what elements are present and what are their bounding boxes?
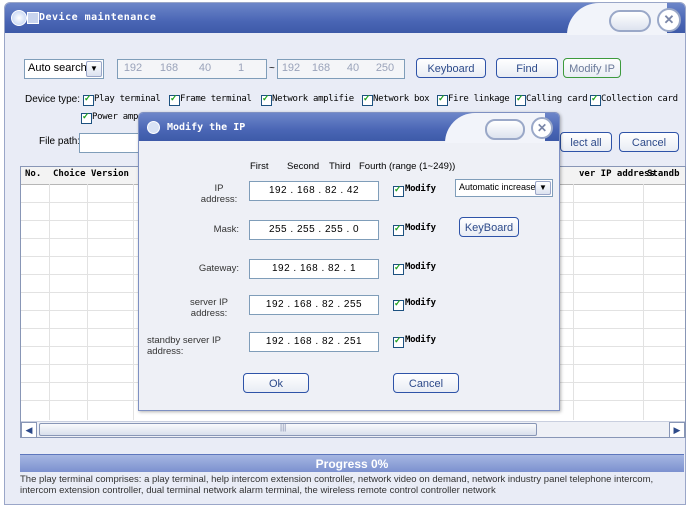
search-mode-select[interactable]: Auto search ▼ <box>24 59 104 79</box>
chevron-down-icon[interactable]: ▼ <box>535 181 551 195</box>
mask-modify-checkbox[interactable] <box>393 223 404 236</box>
mask-input[interactable]: 255 . 255 . 255 . 0 <box>249 220 379 240</box>
ip-address-input[interactable]: 192 . 168 . 82 . 42 <box>249 181 379 201</box>
server-ip-modify-checkbox[interactable] <box>393 298 404 311</box>
column-header-choice[interactable]: Choice <box>53 169 86 179</box>
start-ip-input[interactable]: 192 168 40 1 <box>117 59 267 79</box>
checkbox-play-terminal[interactable] <box>83 93 94 106</box>
title-bar: Device maintenance ✕ <box>5 3 685 35</box>
select-all-button[interactable]: lect all <box>560 132 612 152</box>
range-separator: ~ <box>269 63 275 74</box>
scroll-left-icon[interactable]: ◀ <box>21 422 37 437</box>
header-fourth: Fourth <box>359 161 387 172</box>
file-path-input[interactable] <box>79 133 141 153</box>
close-icon[interactable]: ✕ <box>657 8 681 32</box>
ip-address-label: IP address: <box>200 183 238 205</box>
checkbox-network-box[interactable] <box>362 93 373 106</box>
modify-ip-button[interactable]: Modify IP <box>563 58 621 78</box>
dialog-icon <box>147 121 160 134</box>
device-type-description: The play terminal comprises: a play term… <box>20 474 654 496</box>
progress-label: Progress 0% <box>315 457 389 471</box>
checkbox-power-amp[interactable] <box>81 111 92 124</box>
ip-address-modify-checkbox[interactable] <box>393 184 404 197</box>
progress-bar: Progress 0% <box>20 454 684 472</box>
server-ip-input[interactable]: 192 . 168 . 82 . 255 <box>249 295 379 315</box>
app-icon <box>11 10 27 26</box>
checkbox-fire-linkage[interactable] <box>437 93 448 106</box>
scroll-right-icon[interactable]: ▶ <box>669 422 685 437</box>
column-header-standby[interactable]: Standb <box>647 169 680 179</box>
header-third: Third <box>329 161 351 172</box>
cancel-button[interactable]: Cancel <box>619 132 679 152</box>
dialog-close-icon[interactable]: ✕ <box>531 117 553 139</box>
modify-ip-dialog: Modify the IP ✕ First Second Third Fourt… <box>138 112 560 411</box>
search-mode-value: Auto search <box>28 62 87 74</box>
gateway-label: Gateway: <box>198 263 239 274</box>
device-type-label: Device type: <box>25 94 81 105</box>
header-second: Second <box>287 161 320 172</box>
minimize-pill-button[interactable] <box>609 10 651 32</box>
column-header-server-ip[interactable]: ver IP address <box>579 169 655 179</box>
header-range: (range (1~249)) <box>389 161 456 172</box>
mask-label: Mask: <box>213 224 239 235</box>
find-button[interactable]: Find <box>496 58 558 78</box>
gateway-input[interactable]: 192 . 168 . 82 . 1 <box>249 259 379 279</box>
checkbox-frame-terminal[interactable] <box>169 93 180 106</box>
scrollbar-thumb[interactable]: ||| <box>39 423 537 436</box>
column-header-version[interactable]: Version <box>91 169 129 179</box>
chevron-down-icon[interactable]: ▼ <box>86 61 102 77</box>
server-ip-label: server IP address: <box>189 297 228 319</box>
window-title: Device maintenance <box>39 12 157 23</box>
file-path-label: File path: <box>39 136 81 147</box>
auto-increase-select[interactable]: Automatic increase ▼ <box>455 179 553 197</box>
ok-button[interactable]: Ok <box>243 373 309 393</box>
end-ip-input[interactable]: 192 168 40 250 <box>277 59 405 79</box>
standby-server-ip-modify-checkbox[interactable] <box>393 335 404 348</box>
keyboard-button[interactable]: Keyboard <box>416 58 486 78</box>
dialog-title-bar: Modify the IP ✕ <box>139 113 559 143</box>
checkbox-collection-card[interactable] <box>590 93 601 106</box>
gateway-modify-checkbox[interactable] <box>393 262 404 275</box>
checkbox-network-amplifier[interactable] <box>261 93 272 106</box>
standby-server-ip-input[interactable]: 192 . 168 . 82 . 251 <box>249 332 379 352</box>
column-header-no[interactable]: No. <box>25 169 41 179</box>
horizontal-scrollbar[interactable]: ◀ ||| ▶ <box>21 421 685 437</box>
dialog-minimize-pill-button[interactable] <box>485 119 525 140</box>
standby-server-ip-label: standby server IP address: <box>147 335 221 357</box>
header-first: First <box>250 161 269 172</box>
dialog-keyboard-button[interactable]: KeyBoard <box>459 217 519 237</box>
dialog-cancel-button[interactable]: Cancel <box>393 373 459 393</box>
window-icon <box>27 12 39 24</box>
dialog-title: Modify the IP <box>167 122 246 133</box>
checkbox-calling-card[interactable] <box>515 93 526 106</box>
